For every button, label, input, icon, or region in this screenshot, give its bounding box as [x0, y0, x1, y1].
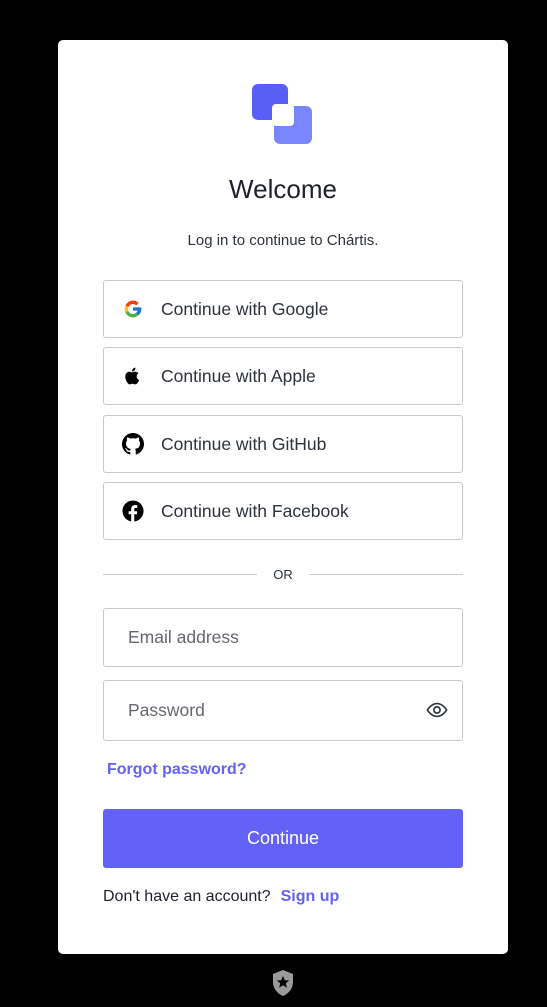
divider-text: OR: [273, 566, 293, 582]
page-subtitle: Log in to continue to Chártis.: [187, 232, 379, 249]
facebook-icon: [122, 500, 144, 522]
divider-line-left: [103, 573, 258, 575]
login-card: Welcome Log in to continue to Chártis. C…: [58, 40, 508, 954]
app-logo: [252, 84, 312, 144]
password-field[interactable]: [104, 681, 462, 740]
google-login-label: Continue with Google: [161, 298, 329, 319]
github-login-button[interactable]: Continue with GitHub: [103, 415, 463, 473]
facebook-login-label: Continue with Facebook: [161, 500, 349, 521]
email-field[interactable]: [104, 609, 462, 666]
email-field-wrapper: [103, 608, 463, 667]
signup-row: Don't have an account? Sign up: [103, 888, 339, 906]
divider-line-right: [308, 573, 463, 575]
apple-icon: [122, 365, 144, 387]
password-field-wrapper: [103, 680, 463, 741]
facebook-login-button[interactable]: Continue with Facebook: [103, 482, 463, 540]
signup-prompt: Don't have an account?: [103, 888, 271, 905]
page-title: Welcome: [229, 174, 337, 204]
google-icon: [122, 298, 144, 320]
github-login-label: Continue with GitHub: [161, 433, 327, 454]
show-password-icon[interactable]: [426, 699, 448, 721]
apple-login-button[interactable]: Continue with Apple: [103, 347, 463, 405]
or-divider: OR: [103, 564, 463, 584]
continue-button[interactable]: Continue: [103, 809, 463, 868]
github-icon: [122, 433, 144, 455]
forgot-password-link[interactable]: Forgot password?: [107, 761, 247, 779]
apple-login-label: Continue with Apple: [161, 365, 316, 386]
shield-icon: [273, 970, 293, 996]
signup-link[interactable]: Sign up: [281, 888, 340, 906]
google-login-button[interactable]: Continue with Google: [103, 280, 463, 338]
